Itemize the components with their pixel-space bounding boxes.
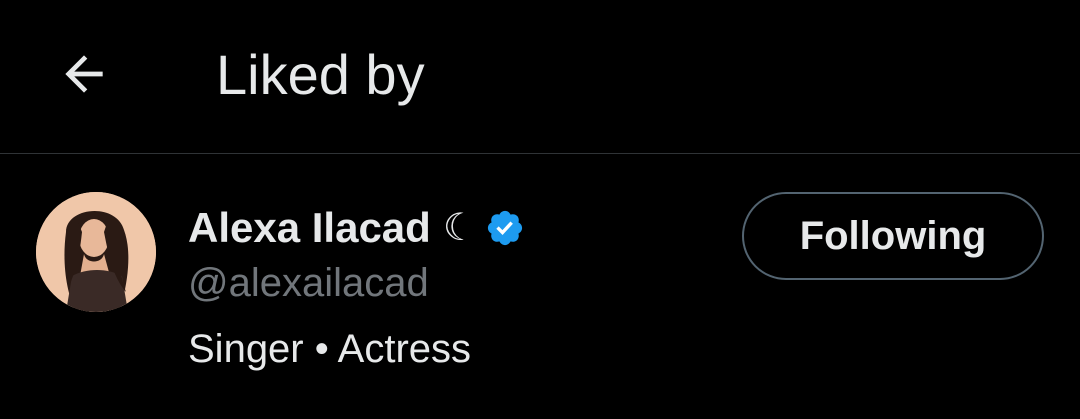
arrow-left-icon: [65, 55, 103, 93]
page-title: Liked by: [216, 43, 425, 106]
following-button[interactable]: Following: [742, 192, 1044, 280]
display-name[interactable]: Alexa Ilacad: [188, 204, 431, 252]
back-button[interactable]: [52, 42, 116, 106]
user-list-item[interactable]: Alexa Ilacad ☾ @alexailacad Singer • Act…: [0, 154, 1080, 419]
name-line: Alexa Ilacad ☾: [188, 204, 525, 252]
verified-badge-icon: [485, 208, 525, 248]
user-bio: Singer • Actress: [188, 327, 472, 371]
avatar-image: [36, 192, 156, 312]
user-handle: @alexailacad: [188, 261, 429, 305]
avatar[interactable]: [36, 192, 156, 312]
moon-emoji: ☾: [442, 207, 477, 249]
top-app-bar: Liked by: [0, 0, 1080, 153]
